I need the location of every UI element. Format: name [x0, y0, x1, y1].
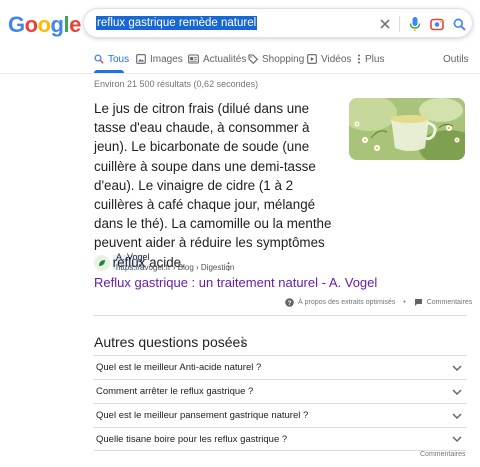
tab-label: Shopping	[262, 53, 305, 65]
more-vert-icon	[358, 54, 360, 64]
tab-label: Images	[150, 53, 183, 65]
chevron-down-icon	[452, 365, 462, 371]
tab-videos[interactable]: Vidéos	[307, 50, 351, 68]
logo-letter: o	[24, 12, 38, 37]
svg-text:?: ?	[288, 300, 292, 307]
search-tabs: Tous Images Actualités Shopping Vidéos P…	[0, 50, 480, 73]
tab-label: Plus	[365, 53, 385, 65]
search-input[interactable]: reflux gastrique remède naturel	[96, 16, 258, 30]
image-icon	[136, 54, 146, 64]
tab-more[interactable]: Plus	[357, 50, 384, 68]
featured-snippet-text: Le jus de citron frais (dilué dans une t…	[94, 99, 342, 272]
camera-lens-icon[interactable]	[428, 15, 446, 33]
microphone-icon[interactable]	[406, 15, 424, 33]
about-snippets-link[interactable]: À propos des extraits optimisés	[298, 299, 395, 306]
separator-dot: •	[403, 299, 406, 306]
tab-label: Actualités	[203, 53, 247, 65]
play-icon	[307, 54, 317, 64]
search-icon	[94, 54, 104, 64]
search-icon[interactable]	[450, 15, 468, 33]
snippet-text-before: Le jus de citron frais (dilué dans une t…	[94, 101, 332, 270]
tab-label: Vidéos	[321, 53, 352, 65]
logo-letter: g	[50, 12, 64, 37]
help-icon: ?	[285, 298, 294, 307]
chevron-down-icon	[452, 389, 462, 395]
paa-question-text: Quel est le meilleur pansement gastrique…	[96, 410, 309, 421]
google-logo[interactable]: Google	[8, 12, 81, 38]
news-icon	[188, 54, 199, 64]
logo-letter: e	[69, 12, 81, 37]
result-stats: Environ 21 500 résultats (0,62 secondes)	[94, 79, 259, 89]
result-title-link[interactable]: Reflux gastrique : un traitement naturel…	[94, 275, 377, 290]
tab-shopping[interactable]: Shopping	[248, 50, 304, 68]
search-box[interactable]: reflux gastrique remède naturel	[83, 8, 473, 38]
tab-images[interactable]: Images	[136, 50, 183, 68]
logo-letter: G	[8, 12, 25, 37]
tab-label: Tous	[108, 53, 130, 65]
source-url: https://avogel.fr › Blog › Digestion	[116, 263, 235, 272]
more-vert-icon[interactable]	[241, 336, 244, 349]
snippet-feedback-row: ? À propos des extraits optimisés • Comm…	[285, 298, 472, 307]
paa-feedback-link[interactable]: Commentaires	[420, 451, 466, 458]
paa-question-text: Quel est le meilleur Anti-acide naturel …	[96, 362, 262, 373]
feedback-icon	[414, 299, 422, 306]
chevron-down-icon	[452, 436, 462, 442]
site-favicon-icon	[94, 255, 110, 271]
feedback-link[interactable]: Commentaires	[427, 299, 473, 306]
tabs-divider	[0, 73, 480, 74]
paa-question[interactable]: Quelle tisane boire pour les reflux gast…	[94, 427, 466, 451]
paa-question[interactable]: Quel est le meilleur Anti-acide naturel …	[94, 355, 466, 379]
paa-list: Quel est le meilleur Anti-acide naturel …	[94, 355, 466, 451]
search-divider	[399, 16, 400, 32]
paa-question[interactable]: Quel est le meilleur pansement gastrique…	[94, 403, 466, 427]
tab-news[interactable]: Actualités	[188, 50, 246, 68]
more-vert-icon[interactable]	[227, 262, 230, 274]
section-divider	[94, 315, 466, 316]
tag-icon	[248, 54, 258, 64]
tools-label: Outils	[443, 53, 469, 65]
logo-letter: o	[37, 12, 51, 37]
tools-button[interactable]: Outils	[443, 50, 469, 68]
clear-icon[interactable]	[376, 15, 394, 33]
chevron-down-icon	[452, 413, 462, 419]
paa-title: Autres questions posées	[94, 334, 248, 350]
tab-all[interactable]: Tous	[94, 50, 129, 68]
source-site-name: A. Vogel	[116, 252, 150, 262]
paa-question-text: Quelle tisane boire pour les reflux gast…	[96, 433, 288, 445]
paa-question-text: Comment arrêter le reflux gastrique ?	[96, 386, 254, 397]
paa-question[interactable]: Comment arrêter le reflux gastrique ?	[94, 379, 466, 403]
chamomile-tea-image[interactable]	[349, 98, 465, 160]
